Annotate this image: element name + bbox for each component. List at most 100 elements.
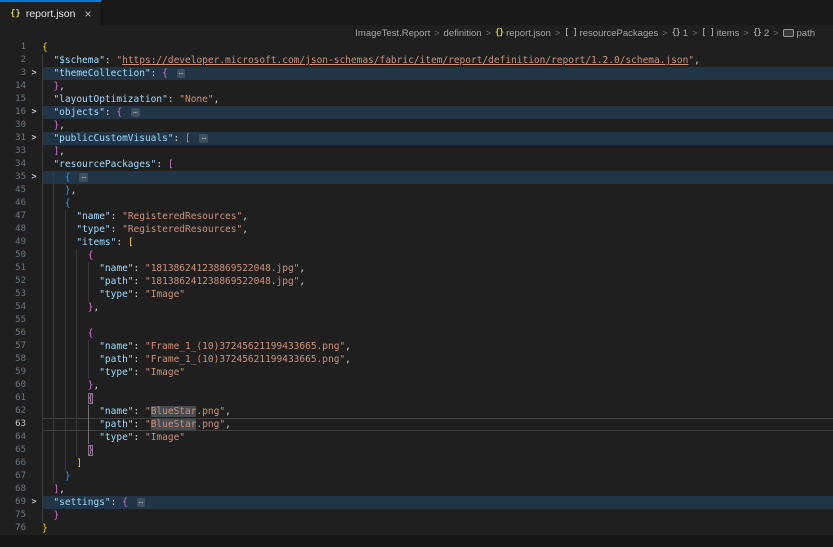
breadcrumb-item[interactable]: [ ] items: [701, 28, 739, 39]
fold-chevron-icon[interactable]: >: [26, 106, 42, 119]
code-line[interactable]: 64 "type": "Image": [0, 431, 833, 444]
line-number[interactable]: 34: [0, 158, 26, 171]
line-number[interactable]: 2: [0, 54, 26, 67]
line-number[interactable]: 33: [0, 145, 26, 158]
fold-chevron-icon: [26, 41, 42, 54]
line-number[interactable]: 31: [0, 132, 26, 145]
indent-guide: [42, 327, 53, 340]
indent-guide: [76, 353, 87, 366]
line-number[interactable]: 16: [0, 106, 26, 119]
code-line[interactable]: 69 > "settings": { ⋯: [0, 496, 833, 509]
code-line[interactable]: 30},: [0, 119, 833, 132]
code-line[interactable]: 75}: [0, 509, 833, 522]
line-number[interactable]: 51: [0, 262, 26, 275]
line-number[interactable]: 56: [0, 327, 26, 340]
line-number[interactable]: 53: [0, 288, 26, 301]
line-number[interactable]: 57: [0, 340, 26, 353]
code-line[interactable]: 15 "layoutOptimization": "None",: [0, 93, 833, 106]
line-number[interactable]: 58: [0, 353, 26, 366]
line-number[interactable]: 67: [0, 470, 26, 483]
code-line[interactable]: 61 {: [0, 392, 833, 405]
breadcrumb-item[interactable]: ImageTest.Report: [355, 28, 430, 39]
line-number[interactable]: 50: [0, 249, 26, 262]
line-number[interactable]: 64: [0, 431, 26, 444]
line-number[interactable]: 14: [0, 80, 26, 93]
code-line[interactable]: 54},: [0, 301, 833, 314]
code-line[interactable]: 34 "resourcePackages": [: [0, 158, 833, 171]
code-line[interactable]: 46 {: [0, 197, 833, 210]
line-number[interactable]: 69: [0, 496, 26, 509]
code-line[interactable]: 49 "items": [: [0, 236, 833, 249]
line-number[interactable]: 52: [0, 275, 26, 288]
line-number[interactable]: 35: [0, 171, 26, 184]
code-line[interactable]: 14},: [0, 80, 833, 93]
line-number[interactable]: 59: [0, 366, 26, 379]
code-line[interactable]: 2 "$schema": "https://developer.microsoft…: [0, 54, 833, 67]
indent-guide: [53, 197, 64, 210]
breadcrumb-item[interactable]: {} 1: [672, 28, 689, 39]
code-line[interactable]: 58 "path": "Frame_1_(10)37245621199433665…: [0, 353, 833, 366]
line-number[interactable]: 54: [0, 301, 26, 314]
fold-chevron-icon[interactable]: >: [26, 67, 42, 80]
code-line[interactable]: 57 "name": "Frame_1_(10)37245621199433665…: [0, 340, 833, 353]
fold-chevron-icon[interactable]: >: [26, 171, 42, 184]
code-line[interactable]: 56 {: [0, 327, 833, 340]
code-line[interactable]: 55: [0, 314, 833, 327]
line-number[interactable]: 1: [0, 41, 26, 54]
code-line[interactable]: 3 > "themeCollection": { ⋯: [0, 67, 833, 80]
code-line[interactable]: 62 "name": "BlueStar.png",: [0, 405, 833, 418]
code-line[interactable]: 31 > "publicCustomVisuals": [ ⋯: [0, 132, 833, 145]
line-number[interactable]: 49: [0, 236, 26, 249]
line-number[interactable]: 63: [0, 418, 26, 431]
code-line[interactable]: 60},: [0, 379, 833, 392]
code-line[interactable]: 52 "path": "181386241238869522048.jpg",: [0, 275, 833, 288]
code-line[interactable]: 68],: [0, 483, 833, 496]
line-number[interactable]: 46: [0, 197, 26, 210]
code-line[interactable]: 48 "type": "RegisteredResources",: [0, 223, 833, 236]
code-line[interactable]: 50 {: [0, 249, 833, 262]
line-number[interactable]: 15: [0, 93, 26, 106]
code-line-content: "$schema": "https://developer.microsoft.…: [42, 54, 833, 67]
line-number[interactable]: 60: [0, 379, 26, 392]
code-line[interactable]: 33],: [0, 145, 833, 158]
line-number[interactable]: 30: [0, 119, 26, 132]
fold-chevron-icon[interactable]: >: [26, 496, 42, 509]
breadcrumb-item[interactable]: path: [782, 28, 815, 39]
code-line[interactable]: 53 "type": "Image": [0, 288, 833, 301]
breadcrumb-item[interactable]: definition: [444, 28, 482, 39]
code-line-content: "name": "BlueStar.png",: [42, 405, 833, 418]
breadcrumb-item[interactable]: {} report.json: [495, 28, 551, 39]
close-icon[interactable]: ×: [84, 8, 91, 20]
code-line[interactable]: 45},: [0, 184, 833, 197]
code-line[interactable]: 35 >{ ⋯: [0, 171, 833, 184]
code-line[interactable]: 47 "name": "RegisteredResources",: [0, 210, 833, 223]
code-line[interactable]: 16 > "objects": { ⋯: [0, 106, 833, 119]
breadcrumb-item[interactable]: [ ] resourcePackages: [564, 28, 658, 39]
line-number[interactable]: 48: [0, 223, 26, 236]
code-line[interactable]: 1{: [0, 41, 833, 54]
line-number[interactable]: 55: [0, 314, 26, 327]
line-number[interactable]: 76: [0, 522, 26, 535]
line-number[interactable]: 47: [0, 210, 26, 223]
line-number[interactable]: 45: [0, 184, 26, 197]
line-number[interactable]: 62: [0, 405, 26, 418]
editor[interactable]: 1{2 "$schema": "https://developer.microso…: [0, 41, 833, 535]
line-number[interactable]: 65: [0, 444, 26, 457]
code-line[interactable]: 76}: [0, 522, 833, 535]
line-number[interactable]: 68: [0, 483, 26, 496]
line-number[interactable]: 66: [0, 457, 26, 470]
code-token: {: [162, 68, 174, 79]
code-line[interactable]: 66]: [0, 457, 833, 470]
code-line[interactable]: 51 "name": "181386241238869522048.jpg",: [0, 262, 833, 275]
line-number[interactable]: 61: [0, 392, 26, 405]
code-line[interactable]: 67}: [0, 470, 833, 483]
line-number[interactable]: 75: [0, 509, 26, 522]
code-line[interactable]: 65}: [0, 444, 833, 457]
tab-report-json[interactable]: {} report.json ×: [0, 0, 103, 25]
code-line[interactable]: 63 "path": "BlueStar.png",: [0, 418, 833, 431]
breadcrumb-item[interactable]: {} 2: [753, 28, 770, 39]
line-number[interactable]: 3: [0, 67, 26, 80]
code-line[interactable]: 59 "type": "Image": [0, 366, 833, 379]
fold-chevron-icon[interactable]: >: [26, 132, 42, 145]
code-token: ,: [345, 341, 351, 352]
